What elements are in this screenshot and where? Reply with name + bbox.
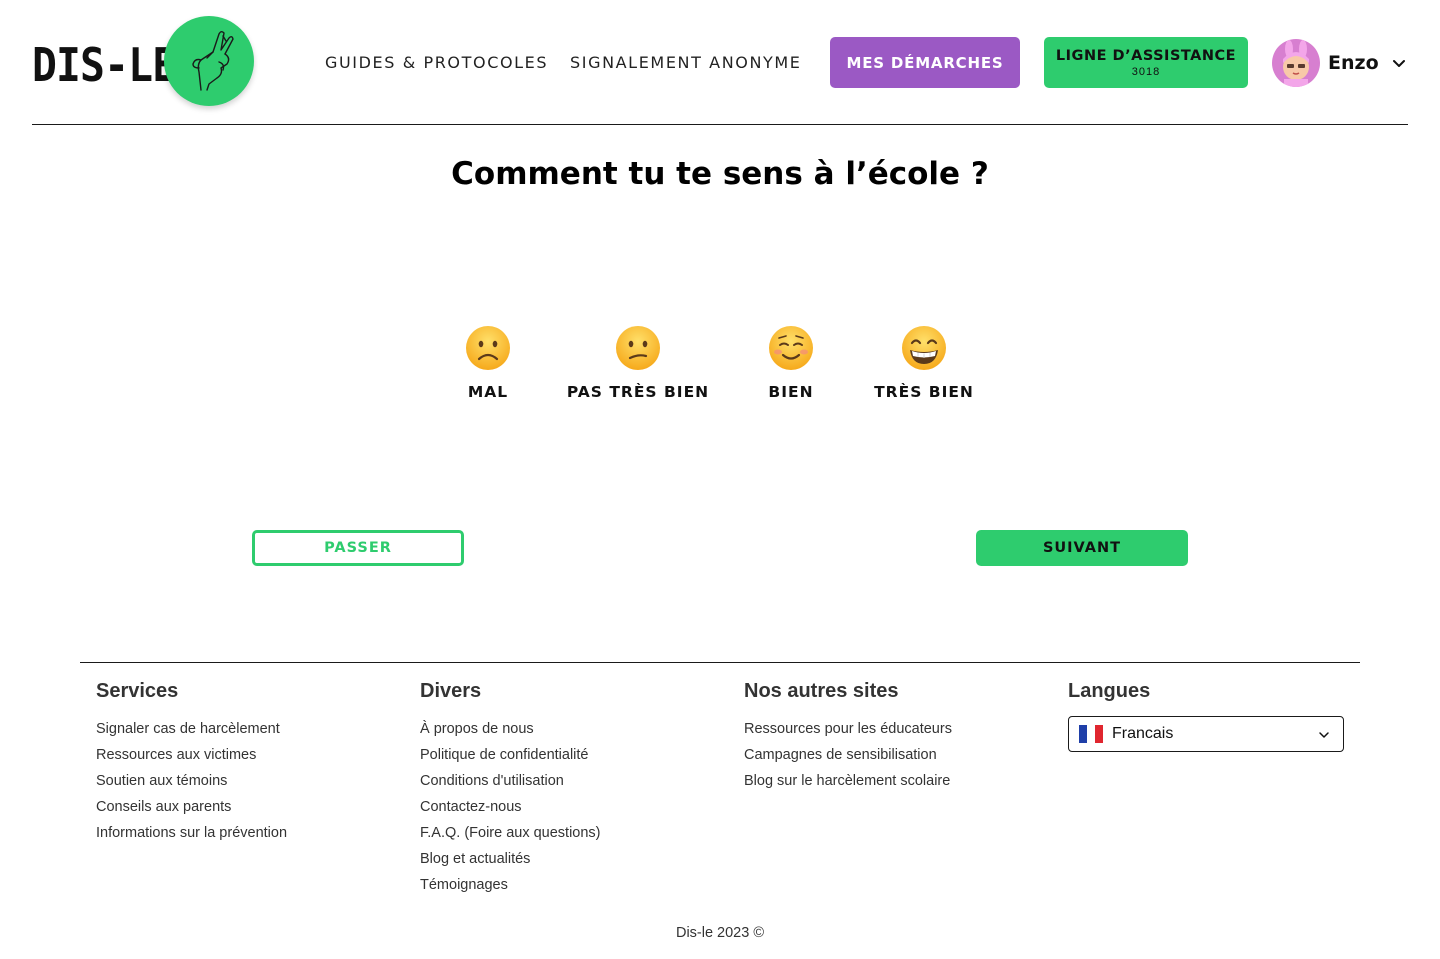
confused-face-icon[interactable]	[615, 325, 661, 371]
footer-link[interactable]: F.A.Q. (Foire aux questions)	[420, 820, 601, 846]
footer-link[interactable]: Blog et actualités	[420, 846, 601, 872]
mood-option-pas-tres-bien[interactable]: PAS TRÈS BIEN	[563, 325, 713, 401]
footer-divers-column: Divers À propos de nous Politique de con…	[420, 680, 601, 898]
crossed-fingers-logo-icon[interactable]	[164, 16, 254, 106]
chevron-down-icon	[1319, 732, 1329, 738]
footer-sites-title: Nos autres sites	[744, 680, 899, 702]
ligne-assistance-button[interactable]: LIGNE D’ASSISTANCE 3018	[1044, 37, 1248, 88]
nav-signalement-anonyme[interactable]: SIGNALEMENT ANONYME	[570, 53, 802, 72]
footer-services-column: Services Signaler cas de harcèlement Res…	[96, 680, 287, 846]
footer-sites-column: Nos autres sites Ressources pour les édu…	[744, 680, 952, 794]
mood-label: MAL	[467, 383, 509, 401]
mood-option-mal[interactable]: MAL	[440, 325, 536, 401]
language-selected-value: Francais	[1112, 725, 1174, 742]
assistance-label: LIGNE D’ASSISTANCE	[1055, 47, 1237, 64]
frowning-face-icon[interactable]	[465, 325, 511, 371]
skip-button[interactable]: PASSER	[252, 530, 464, 566]
footer-link[interactable]: Signaler cas de harcèlement	[96, 716, 287, 742]
footer-link[interactable]: Soutien aux témoins	[96, 768, 287, 794]
nav-guides-protocoles[interactable]: GUIDES & PROTOCOLES	[325, 53, 548, 72]
site-header: DIS-LE GUIDES & PROTOCOLES SIGNALEMENT A…	[32, 0, 1408, 125]
beaming-face-icon[interactable]	[901, 325, 947, 371]
footer-link[interactable]: Conseils aux parents	[96, 794, 287, 820]
footer-link[interactable]: Contactez-nous	[420, 794, 601, 820]
next-button[interactable]: SUIVANT	[976, 530, 1188, 566]
avatar[interactable]	[1272, 39, 1320, 87]
user-name[interactable]: Enzo	[1328, 52, 1379, 74]
smiling-face-icon[interactable]	[768, 325, 814, 371]
footer-link[interactable]: Politique de confidentialité	[420, 742, 601, 768]
assistance-number: 3018	[1131, 65, 1161, 78]
footer-link[interactable]: Conditions d'utilisation	[420, 768, 601, 794]
mood-option-tres-bien[interactable]: TRÈS BIEN	[872, 325, 976, 401]
copyright: Dis-le 2023 ©	[675, 925, 765, 941]
mood-option-bien[interactable]: BIEN	[743, 325, 839, 401]
footer-link[interactable]: Ressources pour les éducateurs	[744, 716, 952, 742]
footer-link[interactable]: Campagnes de sensibilisation	[744, 742, 952, 768]
footer-langues-column: Langues Francais	[1068, 680, 1344, 752]
footer-link[interactable]: Ressources aux victimes	[96, 742, 287, 768]
footer-link[interactable]: Blog sur le harcèlement scolaire	[744, 768, 952, 794]
french-flag-icon	[1079, 725, 1103, 743]
logo-text[interactable]: DIS-LE	[32, 38, 177, 92]
mood-label: BIEN	[768, 383, 814, 401]
mes-demarches-button[interactable]: MES DÉMARCHES	[830, 37, 1020, 88]
footer-link[interactable]: Témoignages	[420, 872, 601, 898]
user-menu[interactable]: Enzo	[1272, 38, 1407, 88]
mood-label: PAS TRÈS BIEN	[566, 383, 710, 401]
footer-divider	[80, 662, 1360, 663]
footer-services-title: Services	[96, 680, 179, 702]
footer-divers-title: Divers	[420, 680, 482, 702]
chevron-down-icon[interactable]	[1391, 55, 1407, 71]
footer-link[interactable]: À propos de nous	[420, 716, 601, 742]
footer-link[interactable]: Informations sur la prévention	[96, 820, 287, 846]
page-title: Comment tu te sens à l’école ?	[451, 156, 989, 192]
mood-label: TRÈS BIEN	[874, 383, 974, 401]
footer-langues-title: Langues	[1068, 680, 1151, 702]
language-select[interactable]: Francais	[1068, 716, 1344, 752]
